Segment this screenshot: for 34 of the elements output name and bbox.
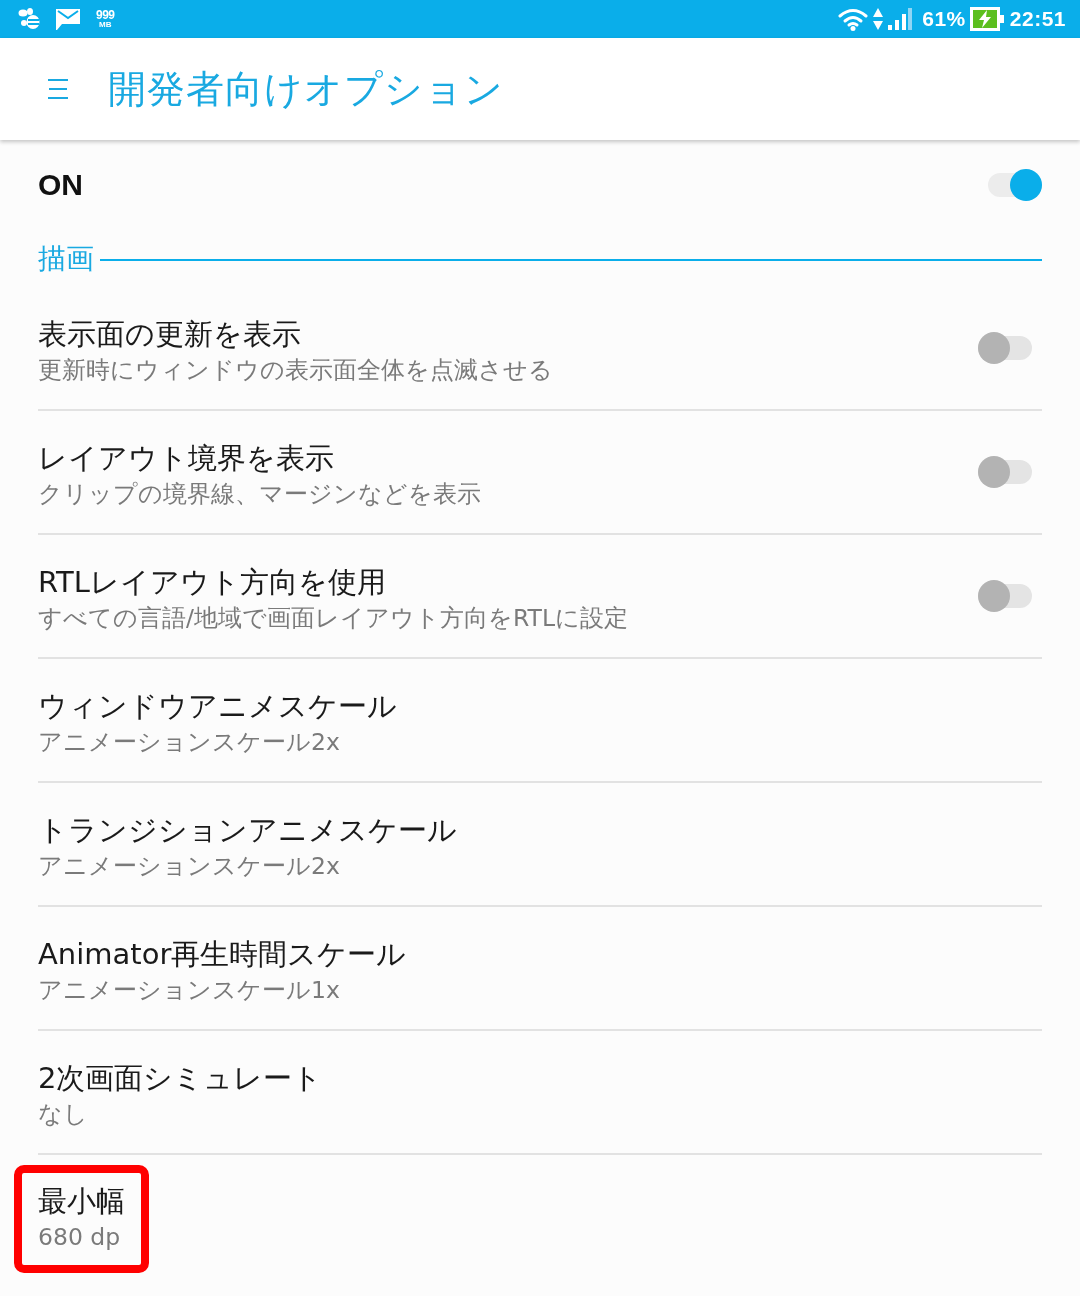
mail-icon bbox=[56, 8, 80, 30]
setting-title: トランジションアニメスケール bbox=[38, 812, 457, 848]
menu-icon[interactable] bbox=[48, 78, 68, 100]
setting-title: 最小幅 bbox=[38, 1183, 125, 1219]
setting-summary: アニメーションスケール1x bbox=[38, 975, 340, 1006]
setting-title: 2次画面シミュレート bbox=[38, 1060, 323, 1096]
setting-summary: クリップの境界線、マージンなどを表示 bbox=[38, 479, 481, 510]
section-title: 描画 bbox=[38, 240, 94, 277]
setting-summary: 680 dp bbox=[38, 1222, 121, 1253]
setting-summary: なし bbox=[38, 1099, 88, 1130]
setting-summary: アニメーションスケール2x bbox=[38, 727, 340, 758]
data-arrows-icon bbox=[872, 7, 885, 31]
toggle-switch[interactable] bbox=[978, 580, 1032, 612]
master-switch-label: ON bbox=[38, 168, 84, 202]
toggle-switch[interactable] bbox=[988, 169, 1042, 201]
setting-summary: 更新時にウィンドウの表示面全体を点滅させる bbox=[38, 355, 553, 386]
setting-title: レイアウト境界を表示 bbox=[38, 440, 334, 476]
battery-percent: 61% bbox=[922, 7, 966, 31]
data-usage-value: 999 bbox=[96, 9, 115, 21]
toggle-switch[interactable] bbox=[978, 456, 1032, 488]
clock-time: 22:51 bbox=[1009, 7, 1066, 31]
toggle-switch[interactable] bbox=[978, 332, 1032, 364]
setting-summary: アニメーションスケール2x bbox=[38, 851, 340, 882]
setting-summary: すべての言語/地域で画面レイアウト方向をRTLに設定 bbox=[38, 603, 628, 634]
setting-title: ウィンドウアニメスケール bbox=[38, 688, 397, 724]
wifi-icon bbox=[838, 7, 869, 31]
bee-icon bbox=[18, 8, 42, 30]
data-usage-unit: MB bbox=[99, 21, 112, 29]
screen-title: 開発者向けオプション bbox=[108, 65, 504, 113]
signal-icon bbox=[888, 8, 913, 30]
setting-title: RTLレイアウト方向を使用 bbox=[38, 564, 386, 600]
setting-title: Animator再生時間スケール bbox=[38, 936, 407, 972]
battery-charging-icon bbox=[969, 7, 1004, 31]
setting-title: 表示面の更新を表示 bbox=[38, 316, 301, 352]
